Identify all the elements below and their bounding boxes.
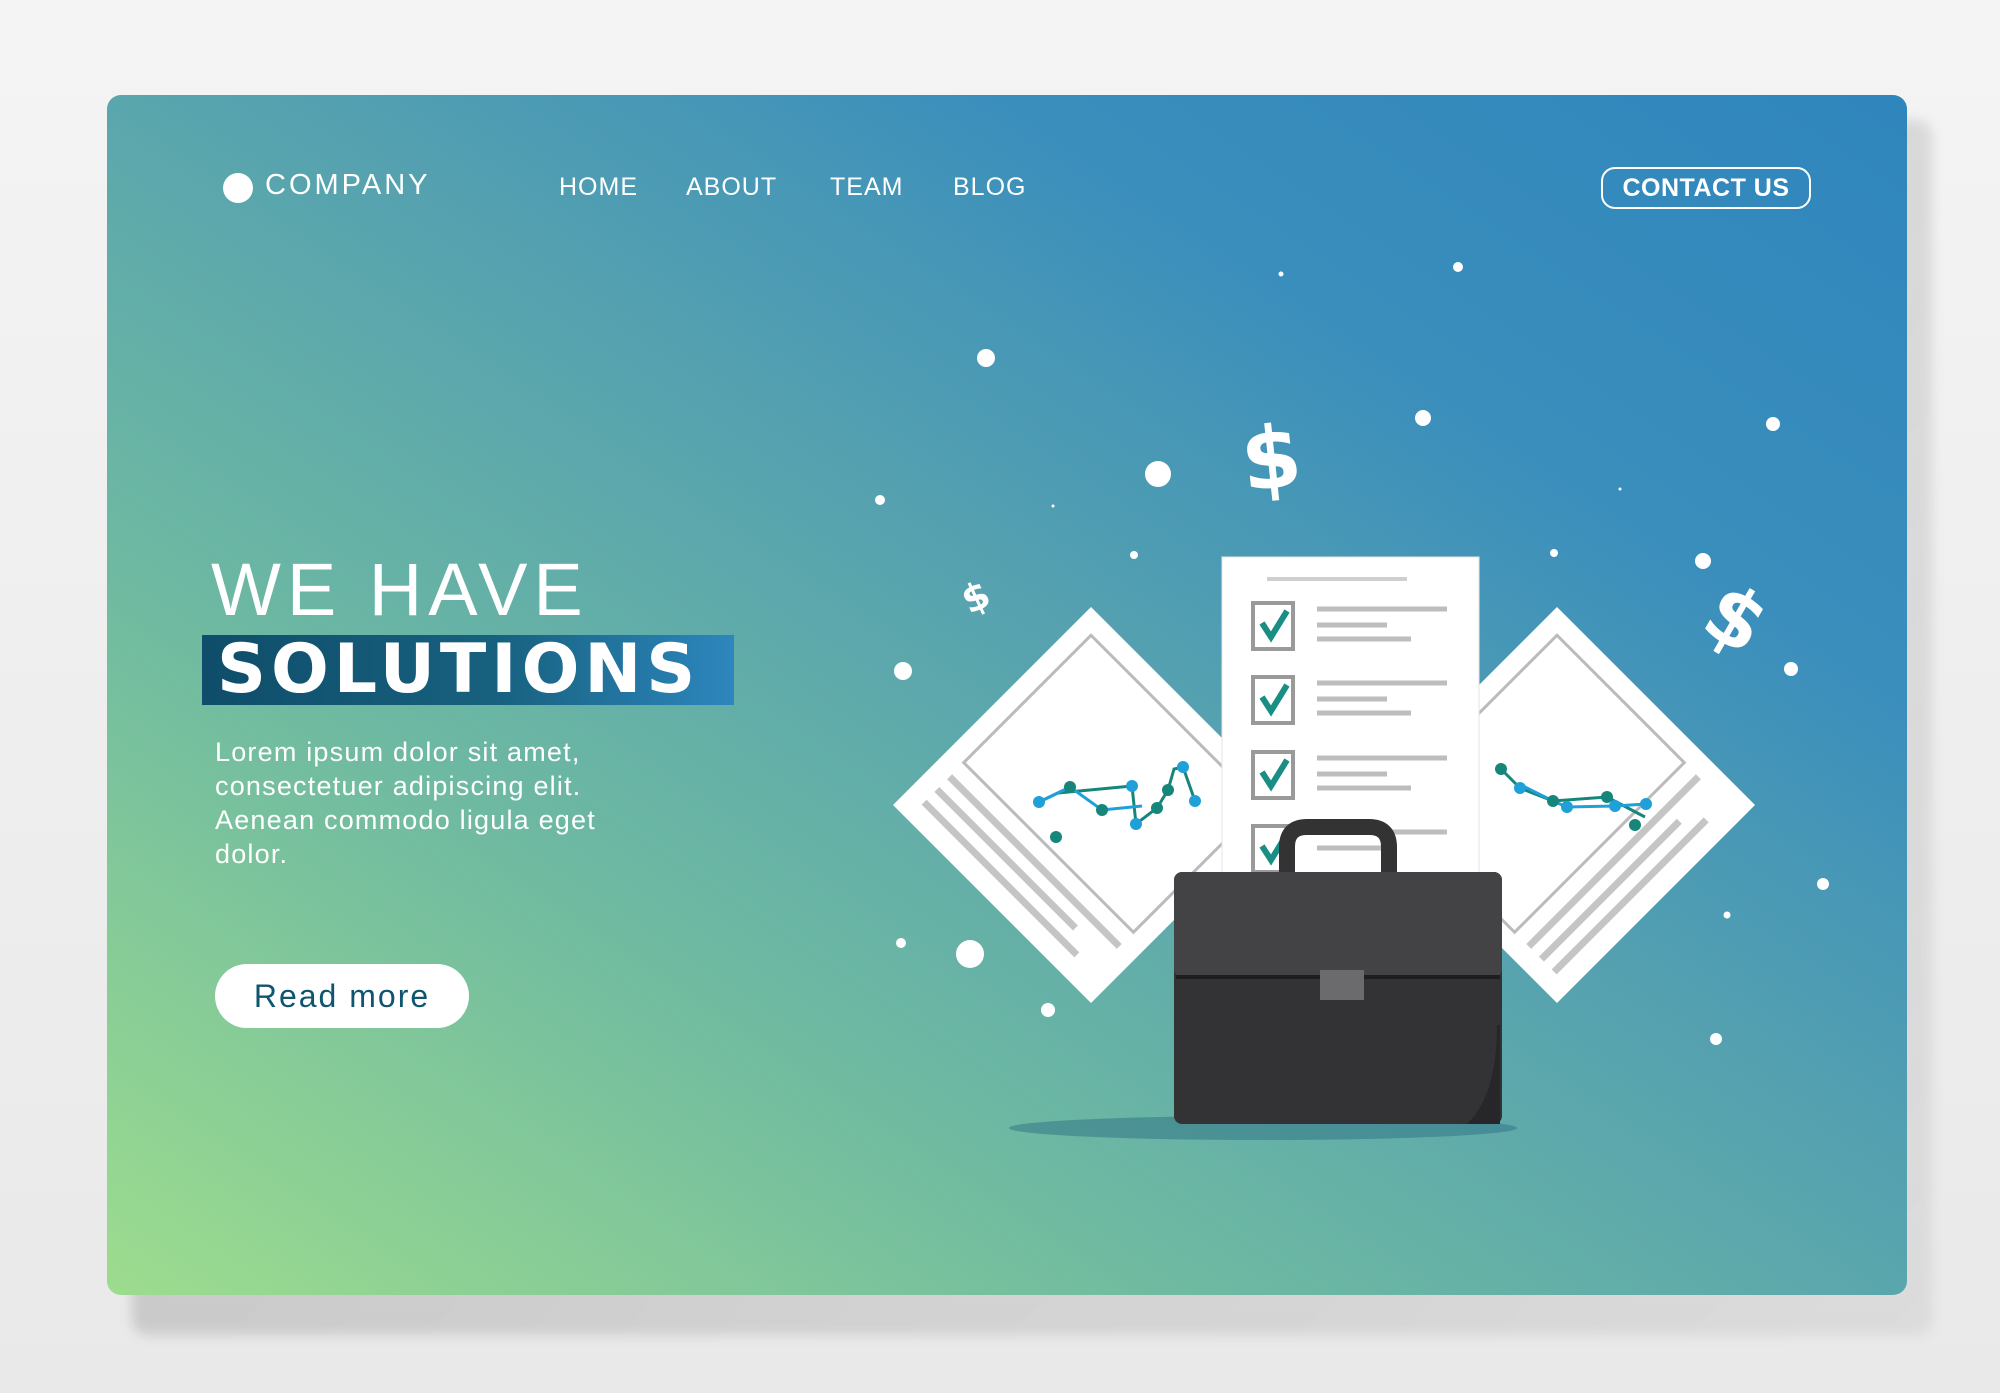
landing-page: COMPANY HOME ABOUT TEAM BLOG CONTACT US … [107, 95, 1907, 1295]
dollar-sign-icon: $ [1236, 406, 1306, 512]
dollar-sign-icon: $ [1688, 564, 1783, 672]
dollar-sign-icon: $ [954, 572, 997, 623]
hero-illustration: $ $ $ [875, 262, 1829, 1140]
